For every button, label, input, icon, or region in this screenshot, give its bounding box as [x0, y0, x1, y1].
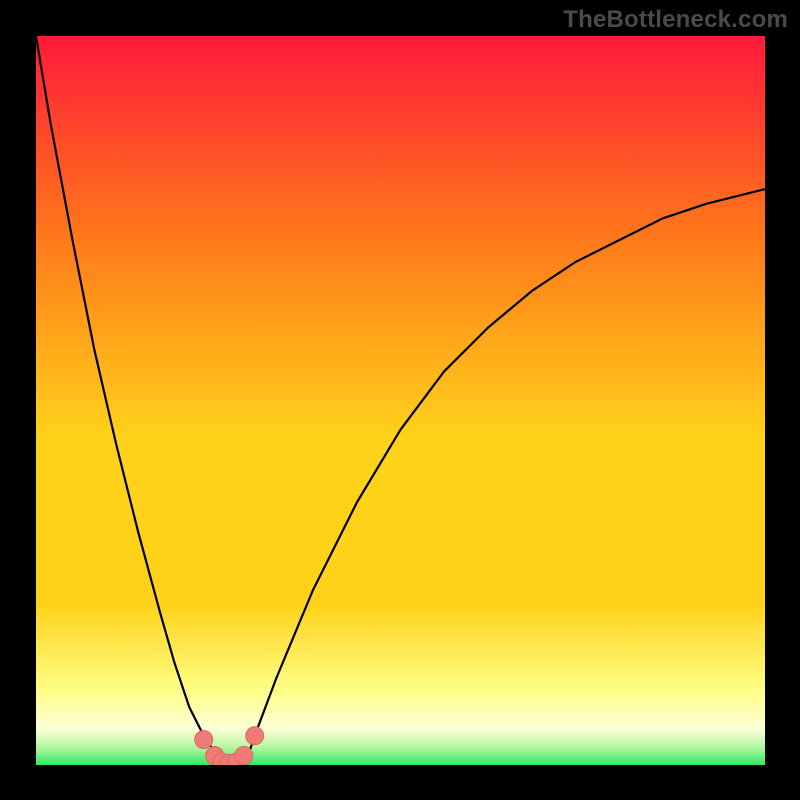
chart-frame: TheBottleneck.com [0, 0, 800, 800]
marker-point [234, 746, 252, 764]
marker-point [245, 726, 263, 744]
watermark-text: TheBottleneck.com [563, 6, 788, 34]
gradient-background [36, 36, 765, 765]
marker-point [194, 730, 212, 748]
plot-area [36, 36, 765, 765]
plot-svg [36, 36, 765, 765]
